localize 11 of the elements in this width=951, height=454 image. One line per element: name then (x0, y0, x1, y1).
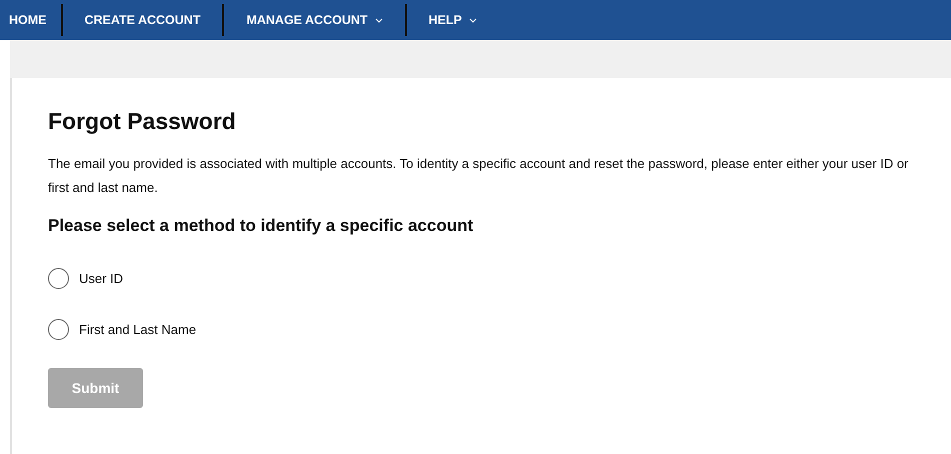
nav-link[interactable]: CREATE ACCOUNT (62, 0, 222, 40)
nav-link[interactable]: HOME (0, 0, 60, 40)
intro-text: The email you provided is associated with multiple accounts. To identity a specific account and reset the password, please enter either your user ID or first and last name. (48, 155, 910, 197)
radio-button[interactable] (48, 268, 69, 289)
radio-label[interactable]: First and Last Name (79, 322, 196, 337)
radio-label[interactable]: User ID (79, 271, 124, 286)
nav-link[interactable]: MANAGE ACCOUNT (224, 0, 405, 40)
radio-button[interactable] (48, 319, 69, 340)
nav-link[interactable]: HELP (406, 0, 499, 40)
section-heading: Please select a method to identify a specific account (48, 216, 474, 236)
page-title: Forgot Password (48, 108, 237, 135)
